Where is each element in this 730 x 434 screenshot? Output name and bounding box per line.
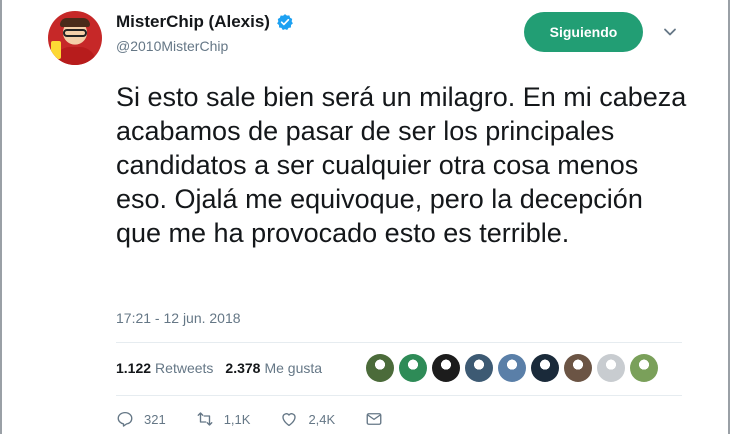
like-action-count: 2,4K bbox=[308, 411, 336, 427]
liker-avatar-1[interactable] bbox=[366, 354, 394, 382]
following-button[interactable]: Siguiendo bbox=[524, 12, 643, 52]
divider bbox=[116, 395, 682, 396]
liker-avatar-7[interactable] bbox=[564, 354, 592, 382]
retweet-button[interactable]: 1,1K bbox=[196, 410, 251, 428]
divider bbox=[116, 342, 682, 343]
like-button[interactable]: 2,4K bbox=[280, 410, 335, 428]
tweet-timestamp[interactable]: 17:21 - 12 jun. 2018 bbox=[116, 310, 241, 326]
author-handle[interactable]: @2010MisterChip bbox=[116, 38, 228, 54]
direct-message-button[interactable] bbox=[365, 410, 393, 428]
liker-avatar-2[interactable] bbox=[399, 354, 427, 382]
liker-avatar-6[interactable] bbox=[531, 354, 559, 382]
retweet-action-count: 1,1K bbox=[223, 411, 251, 427]
likes-label[interactable]: Me gusta bbox=[264, 360, 322, 376]
tweet-text: Si esto sale bien será un milagro. En mi… bbox=[116, 82, 687, 248]
liker-avatar-4[interactable] bbox=[465, 354, 493, 382]
retweets-label[interactable]: Retweets bbox=[155, 360, 213, 376]
chevron-down-icon[interactable] bbox=[662, 24, 678, 40]
envelope-icon bbox=[366, 413, 382, 425]
reply-icon bbox=[117, 411, 133, 427]
liker-avatars bbox=[366, 354, 663, 382]
avatar-logo bbox=[51, 41, 61, 59]
liker-avatar-3[interactable] bbox=[432, 354, 460, 382]
author-avatar[interactable] bbox=[48, 11, 102, 65]
avatar-glasses bbox=[63, 29, 87, 37]
verified-badge-icon bbox=[277, 14, 293, 30]
tweet-stats: 1.122 Retweets 2.378 Me gusta bbox=[116, 360, 322, 376]
heart-icon bbox=[282, 413, 297, 427]
retweet-icon bbox=[197, 412, 213, 426]
reply-button[interactable]: 321 bbox=[116, 410, 166, 428]
liker-avatar-9[interactable] bbox=[630, 354, 658, 382]
reply-count: 321 bbox=[144, 411, 166, 427]
tweet-actions: 321 1,1K 2,4K bbox=[116, 410, 423, 428]
retweets-count[interactable]: 1.122 bbox=[116, 360, 151, 376]
likes-count[interactable]: 2.378 bbox=[225, 360, 260, 376]
avatar-hair bbox=[60, 18, 90, 27]
author-display-name[interactable]: MisterChip (Alexis) bbox=[116, 12, 270, 32]
liker-avatar-5[interactable] bbox=[498, 354, 526, 382]
liker-avatar-8[interactable] bbox=[597, 354, 625, 382]
author-name-row[interactable]: MisterChip (Alexis) bbox=[116, 12, 294, 32]
